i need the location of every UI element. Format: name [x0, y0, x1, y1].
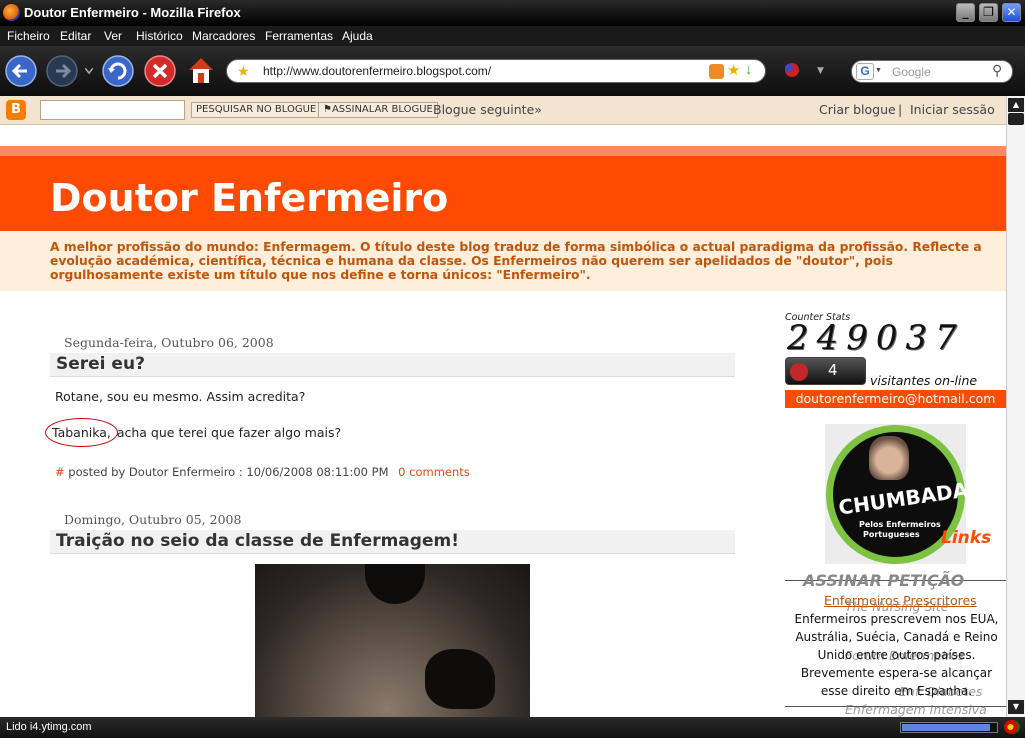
badge-subtext: Portugueses: [863, 530, 920, 539]
search-box[interactable]: G ▼ Google ⚲: [851, 60, 1013, 83]
next-blog-link[interactable]: Blogue seguinte»: [433, 102, 542, 117]
addon-icon[interactable]: [782, 60, 800, 80]
search-blog-button[interactable]: PESQUISAR NO BLOGUE: [191, 102, 322, 118]
minimize-button[interactable]: _: [956, 3, 975, 22]
post-body-rest: acha que terei que fazer algo mais?: [112, 425, 342, 440]
post-body-line: Rotane, sou eu mesmo. Assim acredita?: [55, 389, 306, 404]
links-heading: Links: [941, 528, 992, 548]
post-date: Segunda-feira, Outubro 06, 2008: [64, 335, 274, 350]
chevron-down-icon[interactable]: ▼: [817, 66, 824, 76]
go-arrow-icon[interactable]: ↓: [745, 61, 753, 78]
post-body-line: Tabanika, acha que terei que fazer algo …: [45, 418, 342, 447]
search-input[interactable]: Google: [892, 65, 931, 79]
navbar-separator: |: [898, 102, 903, 117]
progress-fill: [902, 724, 990, 731]
back-arrow-icon[interactable]: [5, 55, 37, 87]
forward-arrow-icon[interactable]: [46, 55, 78, 87]
visit-counter[interactable]: 249037: [787, 318, 965, 358]
sidebar-link[interactable]: Enfermagem Intensiva: [845, 702, 987, 717]
stop-icon[interactable]: [144, 55, 176, 87]
reload-icon[interactable]: [102, 55, 134, 87]
blogger-logo-icon[interactable]: B: [6, 100, 26, 120]
petition-heading: ASSINAR PETIÇÃO: [803, 571, 965, 590]
flag-blog-label: ASSINALAR BLOGUE: [331, 104, 433, 115]
window-title: Doutor Enfermeiro - Mozilla Firefox: [24, 5, 241, 20]
google-engine-icon[interactable]: G: [856, 63, 874, 80]
sidebar: Counter Stats 249037 4 visitantes on-lin…: [785, 126, 1006, 717]
create-blog-link[interactable]: Criar blogue: [819, 102, 896, 117]
status-bar: Lido i4.ytimg.com: [0, 717, 1025, 738]
address-bar[interactable]: ★ http://www.doutorenfermeiro.blogspot.c…: [226, 59, 766, 83]
sidebar-divider: [785, 706, 1006, 707]
blog-search-input[interactable]: [40, 100, 185, 120]
sign-in-link[interactable]: Iniciar sessão: [910, 102, 995, 117]
language-flag-icon[interactable]: [1004, 720, 1020, 734]
blog-title[interactable]: Doutor Enfermeiro: [50, 176, 448, 220]
window-titlebar: Doutor Enfermeiro - Mozilla Firefox _ ❐ …: [0, 0, 1025, 26]
progress-bar: [900, 722, 998, 733]
menu-ajuda[interactable]: Ajuda: [342, 29, 373, 43]
vertical-scrollbar[interactable]: ▲ ▼: [1006, 96, 1025, 717]
post-date: Domingo, Outubro 05, 2008: [64, 512, 242, 527]
circled-name: Tabanika,: [45, 418, 118, 447]
bookmark-star-icon[interactable]: ★: [237, 63, 250, 80]
post-image: [255, 564, 530, 717]
status-text: Lido i4.ytimg.com: [6, 721, 92, 733]
menu-bar: Ficheiro Editar Ver Histórico Marcadores…: [0, 26, 1025, 46]
post-title[interactable]: Traição no seio da classe de Enfermagem!: [56, 531, 459, 551]
menu-ferramentas[interactable]: Ferramentas: [265, 29, 333, 43]
online-counter-badge[interactable]: 4: [785, 357, 866, 385]
scroll-thumb[interactable]: [1008, 113, 1024, 125]
page-content: Doutor Enfermeiro A melhor profissão do …: [0, 126, 1006, 717]
star-icon[interactable]: ★: [727, 61, 740, 79]
close-window-button[interactable]: ✕: [1002, 3, 1021, 22]
menu-historico[interactable]: Histórico: [136, 29, 183, 43]
comments-link[interactable]: 0 comments: [398, 465, 470, 479]
home-icon[interactable]: [186, 54, 216, 86]
online-count: 4: [828, 361, 838, 379]
blogger-navbar: B PESQUISAR NO BLOGUE ⚑ASSINALAR BLOGUE …: [0, 96, 1006, 125]
url-text[interactable]: http://www.doutorenfermeiro.blogspot.com…: [263, 64, 491, 78]
menu-marcadores[interactable]: Marcadores: [192, 29, 255, 43]
magnifier-icon[interactable]: ⚲: [992, 62, 1002, 79]
image-hand: [425, 649, 495, 709]
badge-portrait: [869, 436, 909, 480]
petition-link[interactable]: Enfermeiros Prescritores: [824, 593, 977, 608]
menu-ver[interactable]: Ver: [104, 29, 122, 43]
permalink-hash[interactable]: #: [55, 465, 65, 479]
firefox-logo-icon: [3, 4, 20, 21]
maximize-button[interactable]: ❐: [979, 3, 998, 22]
flag-blog-button[interactable]: ⚑ASSINALAR BLOGUE: [318, 102, 438, 118]
posted-by-text: posted by Doutor Enfermeiro : 10/06/2008…: [64, 465, 389, 479]
menu-editar[interactable]: Editar: [60, 29, 91, 43]
menu-ficheiro[interactable]: Ficheiro: [7, 29, 50, 43]
post-title-bar: Traição no seio da classe de Enfermagem!: [50, 530, 735, 554]
post-title[interactable]: Serei eu?: [56, 354, 145, 374]
image-shadow: [365, 564, 425, 604]
petition-text: Enfermeiros prescrevem nos EUA, Austráli…: [794, 612, 999, 698]
online-person-icon: [790, 363, 808, 381]
online-label: visitantes on-line: [870, 373, 978, 388]
rss-feed-icon[interactable]: [709, 64, 724, 79]
post-title-bar: Serei eu?: [50, 353, 735, 377]
flag-icon: ⚑: [323, 104, 332, 115]
email-link[interactable]: doutorenfermeiro@hotmail.com: [785, 390, 1006, 408]
engine-dropdown-icon[interactable]: ▼: [875, 67, 882, 74]
scroll-down-arrow-icon[interactable]: ▼: [1008, 700, 1024, 714]
scroll-up-arrow-icon[interactable]: ▲: [1008, 98, 1024, 112]
history-dropdown-icon[interactable]: [84, 67, 94, 75]
badge-subtext: Pelos Enfermeiros: [859, 520, 941, 529]
post-footer: # posted by Doutor Enfermeiro : 10/06/20…: [55, 465, 470, 479]
